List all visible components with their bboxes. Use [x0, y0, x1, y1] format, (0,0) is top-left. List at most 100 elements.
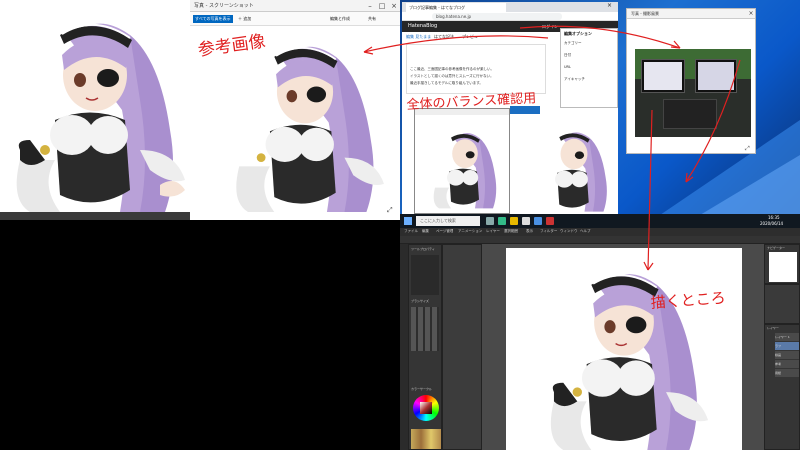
popup-item[interactable]: アイキャッチ [564, 77, 585, 82]
monitor-screen [644, 62, 682, 90]
canvas-area[interactable] [482, 244, 764, 450]
editor-area[interactable]: ここ最近、三面図記事の参考画像を作るのが楽しい。 イラストとして描くのは意外とス… [406, 44, 546, 94]
url-field[interactable]: blog.hatena.ne.jp [432, 13, 562, 20]
photo-titlebar: 写真 - 撮影風景 [627, 9, 755, 19]
body-line: ここ最近、三面図記事の参考画像を作るのが楽しい。 [410, 67, 494, 71]
character-preview-window [0, 0, 190, 220]
sub-tool-panel [442, 244, 482, 450]
menu-help[interactable]: ヘルプ [580, 229, 591, 234]
add-button[interactable]: ＋ 追加 [238, 15, 251, 23]
balance-check-window [414, 108, 510, 214]
edit-tabs: 編集 見たまま はてな記法 プレビュー [406, 34, 546, 41]
taskbar: ここに入力して検索 16:35 2020/06/14 [400, 214, 800, 228]
expand-icon[interactable]: ⤢ [745, 145, 750, 153]
preview-bottom-bar [0, 212, 190, 220]
paint-toolbar [400, 236, 800, 244]
menu-page[interactable]: ページ管理 [436, 229, 453, 234]
screenshot-composite: 写真 - スクリーンショット – □ × すべての写真を表示 ＋ 追加 編集と作… [0, 0, 800, 450]
layer-item[interactable]: レイヤー 1 [775, 333, 799, 341]
layer-item[interactable]: 参考 [775, 360, 799, 368]
navigator-title: ナビゲーター [767, 246, 786, 250]
layer-item[interactable]: ラフ [775, 342, 799, 350]
browser-taskbar-icon[interactable] [498, 217, 506, 225]
desktop-character-preview [512, 118, 616, 214]
layer-property-panel [764, 284, 800, 324]
expand-icon[interactable]: ⤢ [387, 206, 393, 215]
desktop-character [555, 132, 607, 212]
menu-layer[interactable]: レイヤー [486, 229, 500, 234]
layer-item[interactable]: 線画 [775, 351, 799, 359]
color-square[interactable] [420, 402, 432, 414]
layer-item[interactable]: 用紙 [775, 369, 799, 377]
menu-file[interactable]: ファイル [404, 229, 418, 234]
color-wheel[interactable] [413, 395, 439, 421]
photo-monitor-right [695, 59, 737, 93]
character-figure [236, 46, 384, 212]
monitor-screen [698, 62, 734, 90]
clock-date[interactable]: 2020/06/14 [760, 221, 783, 226]
edit-options-popup: 編集オプション カテゴリー 日付 URL アイキャッチ [560, 28, 618, 108]
menu-window[interactable]: ウィンドウ [560, 229, 578, 234]
menu-filter[interactable]: フィルター [540, 229, 557, 234]
maximize-button[interactable]: □ [376, 0, 388, 12]
photos-taskbar-icon[interactable] [534, 217, 542, 225]
menu-view[interactable]: 表示 [526, 229, 533, 234]
color-circle-title: カラーサークル [411, 387, 432, 391]
character-figure [16, 23, 185, 212]
task-view-icon[interactable] [486, 217, 494, 225]
body-line: イラストとして描くのは意外とスムーズに行かない。 [410, 74, 494, 78]
body-line: 最近手描きしてるモデルに取り組んでいます。 [410, 81, 483, 85]
browser-addressbar: blog.hatena.ne.jp [402, 12, 618, 21]
edit-create-button[interactable]: 編集と作成 [330, 15, 350, 23]
edit-tab-wysiwyg[interactable]: 編集 見たまま [406, 34, 431, 40]
edit-tab-preview[interactable]: プレビュー [462, 34, 482, 40]
sub-tool-list [411, 255, 439, 295]
popup-item[interactable]: URL [564, 65, 571, 69]
site-title[interactable]: HatenaBlog [408, 23, 437, 30]
tool-property-panel: ツールプロパティ ブラシサイズ カラーサークル [408, 244, 442, 450]
popup-title: 編集オプション [564, 31, 592, 36]
edit-tab-hatena[interactable]: はてな記法 [434, 34, 454, 40]
login-link[interactable]: ログイン [542, 23, 558, 30]
menu-selection[interactable]: 選択範囲 [504, 229, 518, 234]
tool-property-title: ツールプロパティ [411, 247, 435, 251]
menu-edit[interactable]: 編集 [422, 229, 429, 234]
minimize-button[interactable]: – [364, 0, 376, 12]
share-button[interactable]: 共有 [368, 15, 376, 23]
paint-menubar: ファイル 編集 ページ管理 アニメーション レイヤー 選択範囲 表示 フィルター… [400, 228, 800, 236]
close-button[interactable]: × [388, 0, 400, 12]
paint-app-window: ファイル 編集 ページ管理 アニメーション レイヤー 選択範囲 表示 フィルター… [400, 228, 800, 450]
taskbar-search-input[interactable]: ここに入力して検索 [416, 216, 480, 226]
canvas-character [550, 274, 709, 450]
navigator-thumbnail[interactable] [769, 252, 797, 282]
photo-window: 写真 - 撮影風景 × ⤢ [626, 8, 756, 154]
photo-monitor-left [641, 59, 685, 93]
layer-panel: レイヤー レイヤー 1 ラフ 線画 参考 用紙 [764, 324, 800, 450]
windows-start-icon[interactable] [404, 217, 412, 225]
all-photos-button[interactable]: すべての写真を表示 [193, 15, 233, 23]
swatch-panel[interactable] [411, 429, 441, 449]
character-illustration [16, 23, 185, 212]
popup-item[interactable]: カテゴリー [564, 41, 582, 46]
app-taskbar-icon[interactable] [546, 217, 554, 225]
layer-panel-title: レイヤー [767, 326, 779, 330]
close-button[interactable]: × [745, 9, 755, 19]
photo-tablet [663, 99, 717, 129]
photo-content [635, 49, 751, 137]
viewer-toolbar: すべての写真を表示 ＋ 追加 編集と作成 共有 [190, 12, 400, 26]
browser-tabbar: ブログ記事編集 - はてなブログ × [402, 2, 618, 12]
popup-item[interactable]: 日付 [564, 53, 571, 58]
clock-time[interactable]: 16:35 [768, 215, 780, 220]
paint-taskbar-icon[interactable] [522, 217, 530, 225]
balance-character [433, 133, 497, 209]
reference-viewer-window: 写真 - スクリーンショット – □ × すべての写真を表示 ＋ 追加 編集と作… [190, 0, 400, 220]
navigator-panel: ナビゲーター [764, 244, 800, 284]
photo-title: 写真 - 撮影風景 [631, 11, 659, 16]
close-icon[interactable]: × [607, 2, 612, 9]
brush-size-title: ブラシサイズ [411, 299, 429, 303]
brush-grid[interactable] [411, 307, 439, 351]
menu-animation[interactable]: アニメーション [458, 229, 482, 234]
browser-tab[interactable]: ブログ記事編集 - はてなブログ [406, 3, 506, 12]
tool-column [400, 244, 408, 450]
folder-taskbar-icon[interactable] [510, 217, 518, 225]
